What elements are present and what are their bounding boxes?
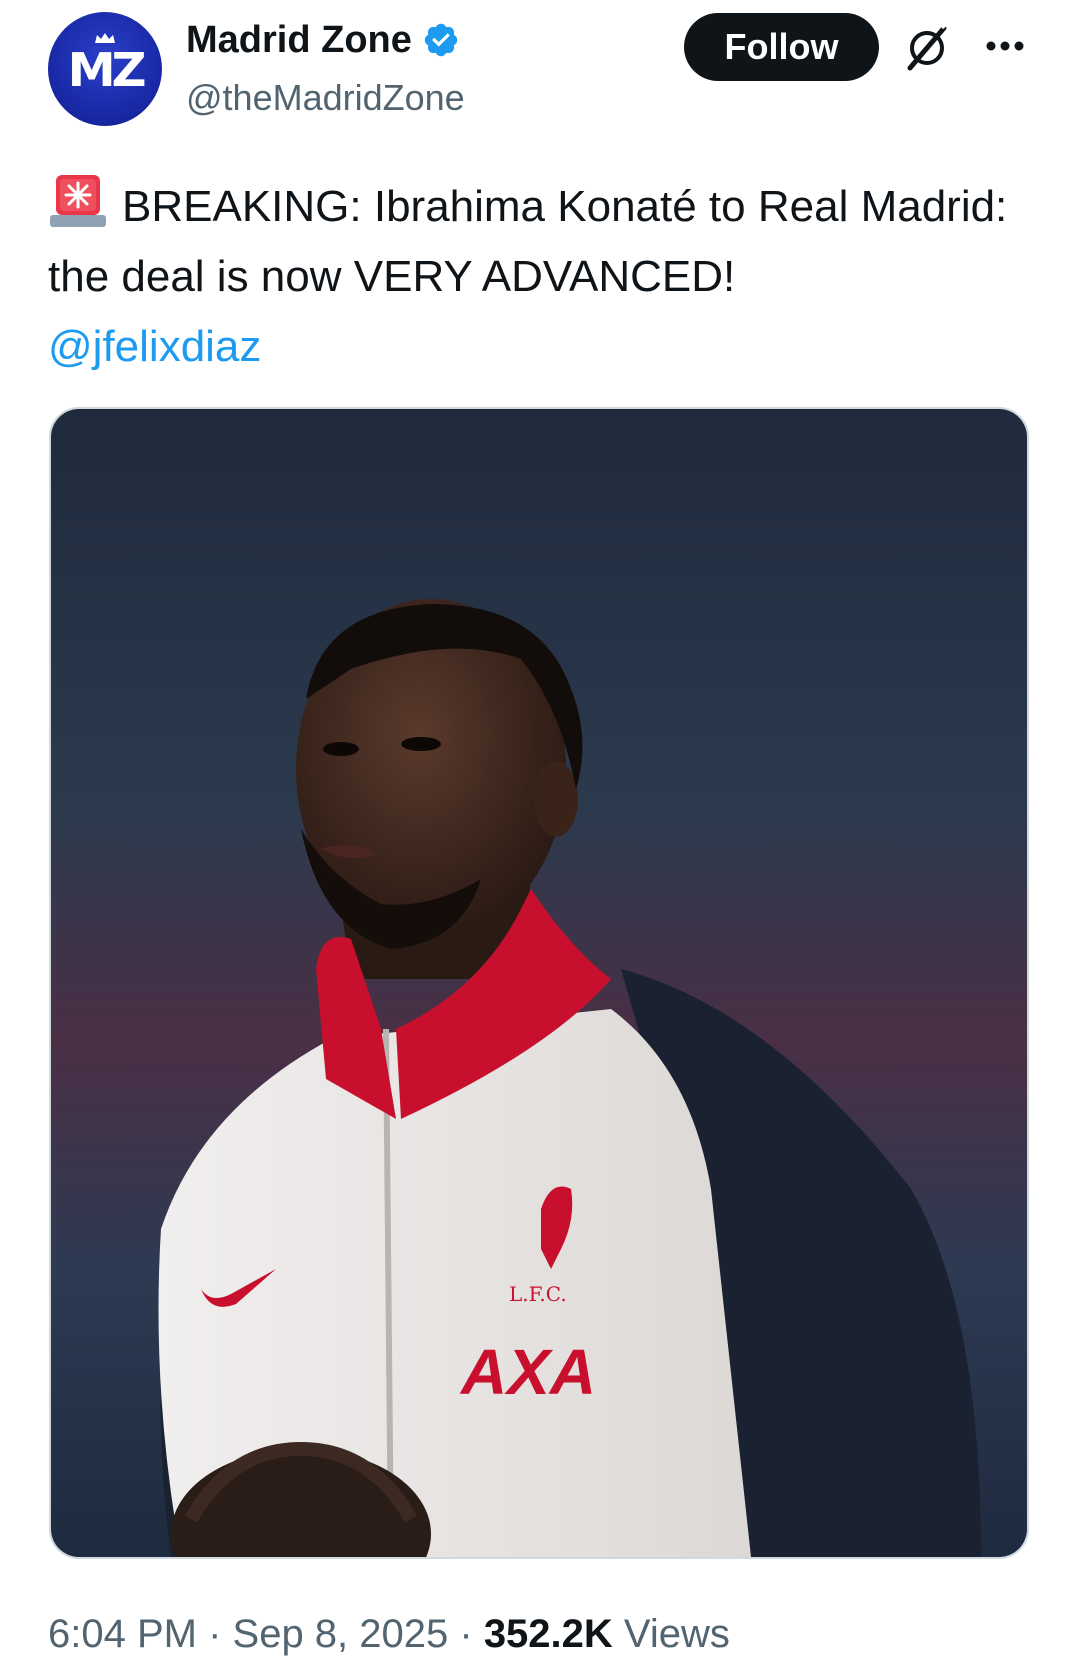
post-date[interactable]: Sep 8, 2025 [233, 1612, 449, 1656]
tweet: MZ Madrid Zone @theMadridZone Follow BRE… [0, 0, 1079, 1656]
author-handle[interactable]: @theMadridZone [186, 76, 465, 120]
avatar-logo-text: MZ [67, 43, 147, 97]
separator-dot: · [448, 1612, 484, 1656]
tweet-body-text: BREAKING: Ibrahima Konaté to Real Madrid… [48, 182, 1008, 301]
player-photo: L.F.C. AXA [51, 409, 1027, 1557]
post-time[interactable]: 6:04 PM [48, 1612, 197, 1656]
avatar[interactable]: MZ [48, 12, 162, 126]
mention-link[interactable]: @jfelixdiaz [48, 322, 261, 371]
views-count[interactable]: 352.2K [484, 1612, 613, 1656]
tweet-text: BREAKING: Ibrahima Konaté to Real Madrid… [48, 172, 1038, 382]
follow-button[interactable]: Follow [684, 13, 879, 81]
kit-badge-text: L.F.C. [509, 1282, 567, 1306]
views-label: Views [612, 1612, 730, 1656]
author-name-row[interactable]: Madrid Zone [186, 18, 460, 62]
tweet-photo[interactable]: L.F.C. AXA [49, 407, 1029, 1559]
grok-icon[interactable] [902, 22, 952, 72]
tweet-metadata: 6:04 PM · Sep 8, 2025 · 352.2K Views [48, 1610, 730, 1658]
siren-emoji-icon [50, 175, 106, 227]
display-name[interactable]: Madrid Zone [186, 18, 412, 62]
sponsor-text: AXA [459, 1336, 596, 1408]
more-options-icon[interactable] [984, 34, 1026, 58]
separator-dot: · [196, 1612, 233, 1656]
verified-badge-icon [424, 23, 458, 57]
